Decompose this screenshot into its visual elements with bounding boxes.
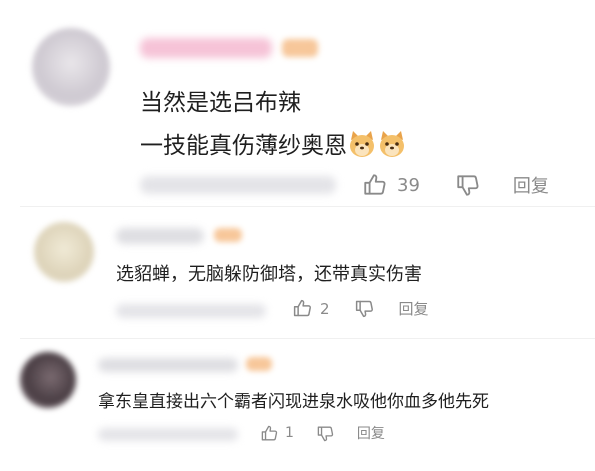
username[interactable] bbox=[98, 358, 238, 372]
reply-button[interactable]: 回复 bbox=[357, 423, 385, 443]
thumbs-up-icon bbox=[292, 298, 313, 319]
like-button[interactable]: 1 bbox=[260, 424, 294, 443]
comment-text: 选貂蝉，无脑躲防御塔，还带真实伤害 bbox=[116, 264, 422, 285]
user-badge bbox=[282, 39, 318, 57]
avatar[interactable] bbox=[20, 352, 76, 408]
comment-item-3: 拿东皇直接出六个霸者闪现进泉水吸他你血多他先死 1 回复 bbox=[0, 340, 595, 471]
thumbs-up-icon bbox=[260, 424, 279, 443]
reply-label: 回复 bbox=[512, 176, 549, 197]
comment-actions: 1 回复 bbox=[260, 423, 385, 443]
reply-label: 回复 bbox=[356, 426, 385, 442]
reply-label: 回复 bbox=[398, 300, 429, 318]
like-count: 1 bbox=[285, 425, 294, 441]
user-badge bbox=[214, 228, 242, 242]
dislike-button[interactable] bbox=[316, 424, 335, 443]
divider bbox=[20, 206, 595, 207]
thumbs-down-icon bbox=[354, 298, 375, 319]
username[interactable] bbox=[140, 38, 272, 58]
like-button[interactable]: 2 bbox=[292, 298, 330, 319]
avatar[interactable] bbox=[34, 222, 94, 282]
comment-actions: 2 回复 bbox=[292, 298, 429, 319]
comment-text-line-2-text: 一技能真伤薄纱奥恩 bbox=[140, 133, 347, 159]
user-badge bbox=[246, 357, 272, 371]
like-count: 2 bbox=[320, 299, 330, 318]
comment-item-2: 选貂蝉，无脑躲防御塔，还带真实伤害 2 回复 bbox=[0, 210, 595, 340]
thumbs-down-icon bbox=[455, 172, 481, 198]
comment-meta bbox=[98, 428, 238, 441]
dislike-button[interactable] bbox=[354, 298, 375, 319]
like-button[interactable]: 39 bbox=[362, 172, 420, 198]
username[interactable] bbox=[116, 228, 204, 244]
comment-meta bbox=[116, 304, 266, 318]
reply-button[interactable]: 回复 bbox=[399, 298, 429, 319]
dog-face-emoji bbox=[377, 130, 407, 166]
reply-button[interactable]: 回复 bbox=[513, 172, 549, 198]
comment-item-1: 当然是选吕布辣 一技能真伤薄纱奥恩 39 回复 bbox=[0, 0, 595, 210]
like-count: 39 bbox=[397, 174, 420, 196]
comment-meta bbox=[140, 176, 336, 194]
comment-text: 拿东皇直接出六个霸者闪现进泉水吸他你血多他先死 bbox=[98, 392, 489, 412]
comment-text-line-1: 当然是选吕布辣 bbox=[140, 90, 301, 116]
thumbs-down-icon bbox=[316, 424, 335, 443]
dislike-button[interactable] bbox=[455, 172, 481, 198]
dog-face-emoji bbox=[347, 130, 377, 166]
avatar[interactable] bbox=[32, 28, 110, 106]
comment-text-line-2: 一技能真伤薄纱奥恩 bbox=[140, 130, 407, 166]
comment-actions: 39 回复 bbox=[362, 172, 549, 198]
divider bbox=[20, 338, 595, 339]
thumbs-up-icon bbox=[362, 172, 388, 198]
